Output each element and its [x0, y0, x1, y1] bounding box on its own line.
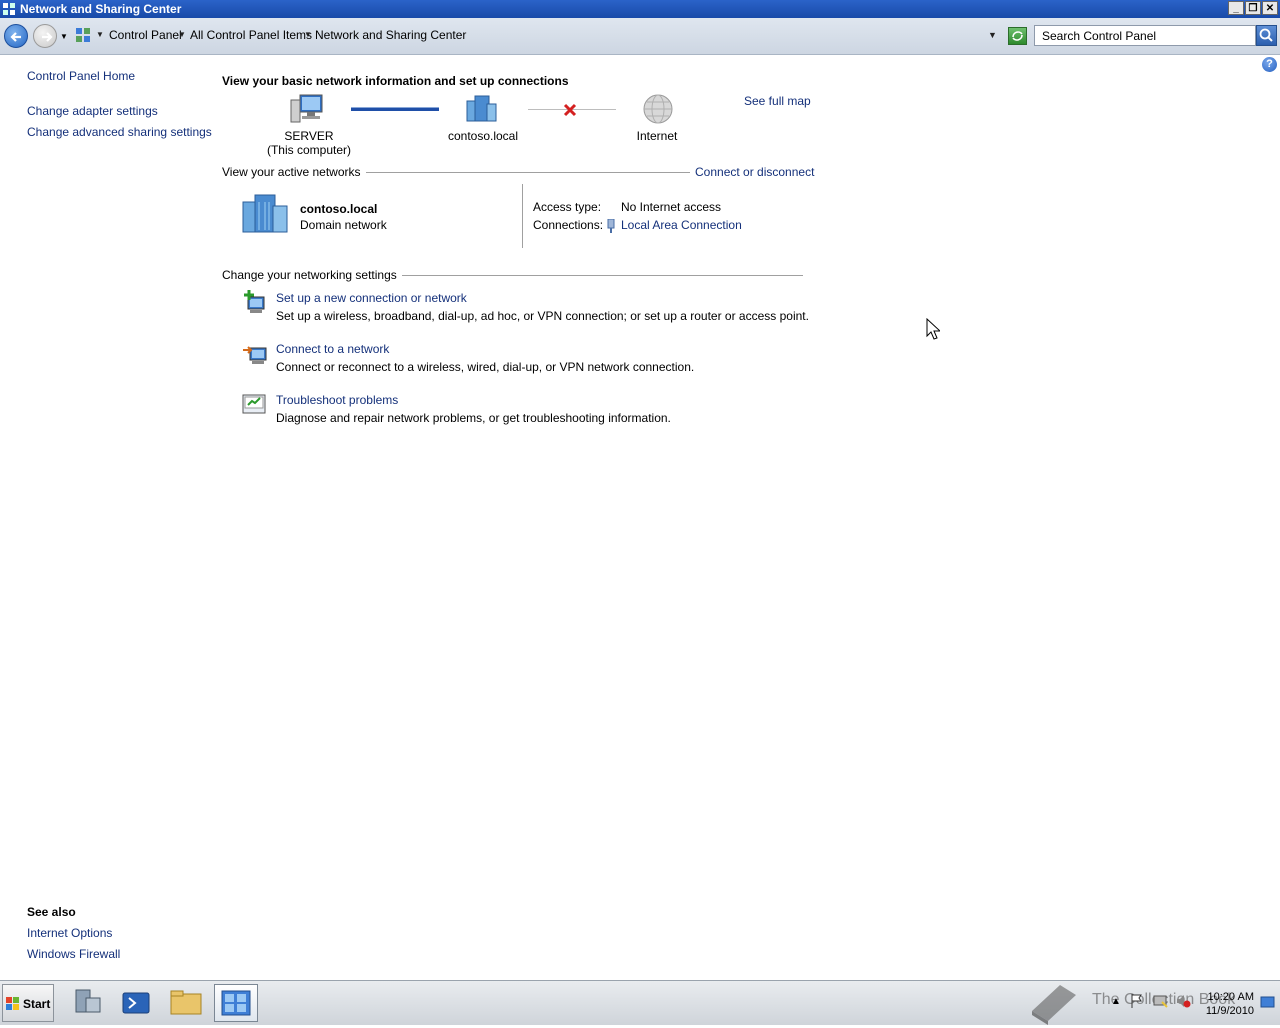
control-panel-home-link[interactable]: Control Panel Home — [27, 69, 135, 83]
volume-muted-icon[interactable] — [1175, 993, 1191, 1012]
refresh-icon — [1012, 31, 1023, 41]
arrow-left-icon — [10, 32, 21, 42]
folder-icon — [170, 990, 202, 1015]
windows-logo-icon — [6, 997, 20, 1014]
globe-icon — [642, 93, 674, 128]
minimize-button[interactable]: _ — [1228, 1, 1244, 15]
computer-label: SERVER (This computer) — [262, 129, 356, 157]
new-connection-icon — [242, 289, 268, 318]
chevron-down-icon[interactable]: ▼ — [96, 30, 104, 39]
address-bar: ▼ ▼ Control Panel ▼ All Control Panel It… — [0, 18, 1280, 55]
troubleshoot-link[interactable]: Troubleshoot problems — [276, 393, 398, 407]
breadcrumb-network-center[interactable]: Network and Sharing Center — [315, 28, 466, 42]
active-networks-label: View your active networks — [222, 165, 366, 179]
network-center-icon — [2, 2, 16, 16]
control-panel-icon — [221, 990, 251, 1016]
taskbar: Start The Collection Book ▲ 10:20 AM 11/… — [0, 980, 1280, 1025]
change-settings-label: Change your networking settings — [222, 268, 402, 282]
access-type-label: Access type: — [533, 200, 602, 214]
control-panel-taskbar-button[interactable] — [214, 984, 258, 1022]
network-label: contoso.local — [447, 129, 519, 143]
back-button[interactable] — [4, 24, 28, 48]
breadcrumb-control-panel[interactable]: Control Panel — [109, 28, 182, 42]
server-manager-icon — [75, 989, 101, 1013]
powershell-taskbar-button[interactable] — [115, 984, 159, 1022]
connected-line — [351, 107, 439, 111]
ethernet-icon — [606, 218, 616, 236]
setup-new-connection-link[interactable]: Set up a new connection or network — [276, 291, 467, 305]
recent-pages-dropdown[interactable]: ▼ — [60, 32, 68, 41]
action-center-flag-icon[interactable] — [1130, 993, 1144, 1012]
active-network-category: Domain network — [300, 218, 387, 232]
computer-sub: (This computer) — [266, 143, 352, 157]
connections-label: Connections: — [533, 218, 604, 232]
clock-date: 11/9/2010 — [1205, 1005, 1254, 1017]
book-logo-icon — [1032, 985, 1076, 1025]
mouse-cursor-icon — [926, 317, 942, 343]
search-icon — [1259, 28, 1273, 42]
connect-to-network-link[interactable]: Connect to a network — [276, 342, 389, 356]
troubleshoot-icon — [242, 392, 268, 421]
chevron-down-icon[interactable]: ▼ — [304, 30, 312, 39]
local-area-connection-link[interactable]: Local Area Connection — [621, 218, 742, 232]
troubleshoot-desc: Diagnose and repair network problems, or… — [276, 411, 671, 425]
show-desktop-icon[interactable] — [1260, 994, 1276, 1013]
disconnected-x-icon — [562, 102, 578, 121]
start-button[interactable]: Start — [2, 984, 54, 1022]
window-title: Network and Sharing Center — [20, 2, 182, 16]
computer-name: SERVER — [284, 129, 334, 143]
powershell-icon — [122, 992, 150, 1014]
search-button[interactable] — [1256, 25, 1277, 46]
clock-time: 10:20 AM — [1207, 991, 1254, 1003]
explorer-taskbar-button[interactable] — [165, 984, 209, 1022]
vertical-divider — [522, 184, 523, 248]
refresh-button[interactable] — [1008, 27, 1027, 45]
title-bar[interactable]: Network and Sharing Center _ ❐ ✕ — [0, 0, 1280, 18]
access-type-value: No Internet access — [621, 200, 722, 214]
help-icon[interactable]: ? — [1262, 57, 1277, 72]
domain-network-large-icon — [241, 194, 291, 237]
show-hidden-icons-icon[interactable]: ▲ — [1111, 996, 1121, 1007]
breadcrumb-all-items[interactable]: All Control Panel Items — [190, 28, 312, 42]
breadcrumb[interactable]: ▼ Control Panel ▼ All Control Panel Item… — [76, 26, 1004, 46]
windows-firewall-link[interactable]: Windows Firewall — [27, 947, 120, 961]
arrow-right-icon — [42, 32, 53, 42]
change-adapter-settings-link[interactable]: Change adapter settings — [27, 104, 158, 118]
see-also-title: See also — [27, 905, 76, 919]
clock[interactable]: 10:20 AM 11/9/2010 — [1206, 990, 1254, 1018]
forward-button[interactable] — [33, 24, 57, 48]
connect-network-icon — [242, 340, 268, 369]
active-network-name: contoso.local — [300, 202, 378, 216]
chevron-down-icon[interactable]: ▼ — [178, 30, 186, 39]
connect-to-network-desc: Connect or reconnect to a wireless, wire… — [276, 360, 695, 374]
close-button[interactable]: ✕ — [1262, 1, 1278, 15]
control-panel-icon — [76, 28, 90, 45]
see-full-map-link[interactable]: See full map — [744, 94, 811, 108]
address-dropdown-icon[interactable]: ▼ — [988, 30, 997, 40]
internet-options-link[interactable]: Internet Options — [27, 926, 112, 940]
server-manager-taskbar-button[interactable] — [66, 984, 110, 1022]
page-title: View your basic network information and … — [222, 74, 569, 88]
search-input[interactable]: Search Control Panel — [1034, 25, 1256, 46]
setup-new-connection-desc: Set up a wireless, broadband, dial-up, a… — [276, 309, 809, 323]
change-advanced-sharing-link[interactable]: Change advanced sharing settings — [27, 125, 212, 139]
start-label: Start — [23, 997, 51, 1011]
restore-button[interactable]: ❐ — [1245, 1, 1261, 15]
network-tray-icon[interactable] — [1153, 993, 1169, 1012]
internet-label: Internet — [636, 129, 678, 143]
computer-icon — [290, 94, 324, 127]
connect-disconnect-link[interactable]: Connect or disconnect — [690, 165, 815, 179]
domain-network-icon — [465, 95, 499, 126]
